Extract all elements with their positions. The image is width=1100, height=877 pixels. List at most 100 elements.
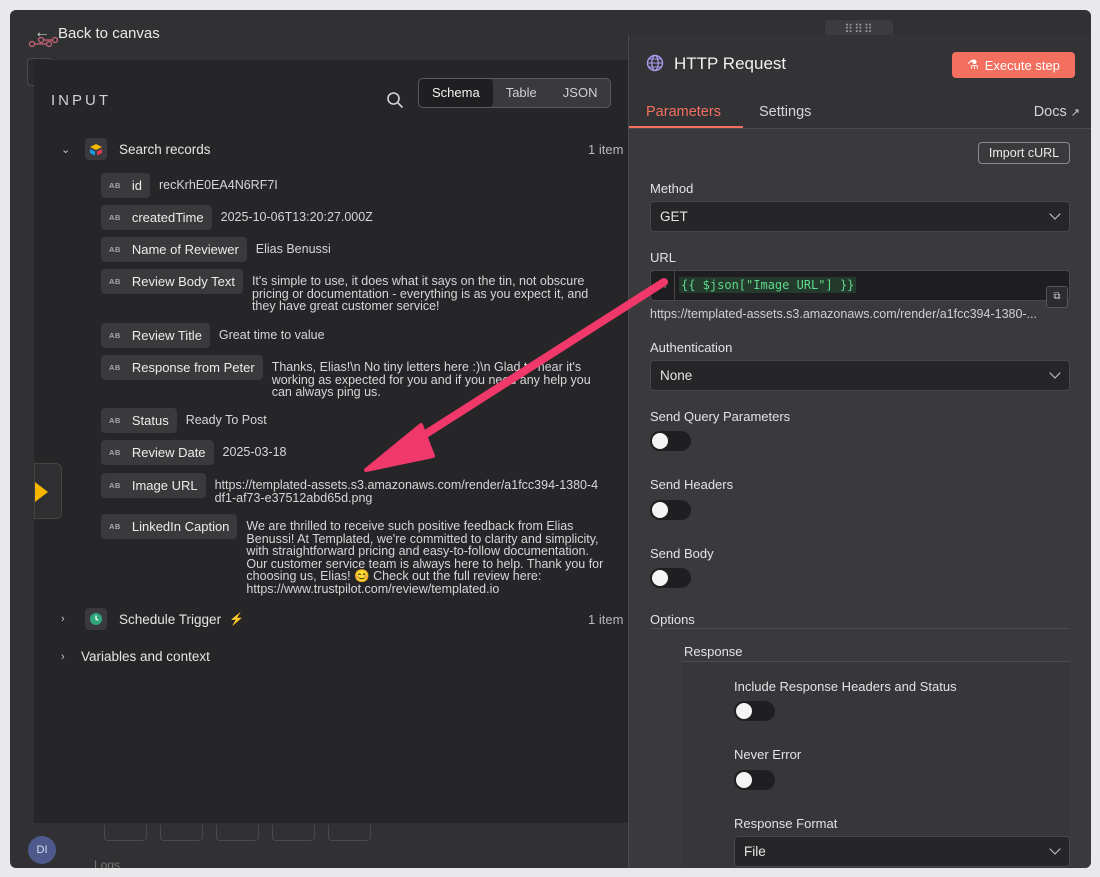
field-linkedin-caption[interactable]: AB LinkedIn Caption We are thrilled to re…: [101, 514, 606, 595]
field-created-time[interactable]: AB createdTime 2025-10-06T13:20:27.000Z: [101, 205, 551, 230]
docs-link[interactable]: Docs ↗: [1034, 104, 1080, 120]
response-format-label: Response Format: [734, 816, 838, 831]
app-frame: ← Back to canvas ⠿⠿⠿ INPUT Schema Table …: [10, 10, 1091, 868]
field-key: Response from Peter: [131, 360, 255, 375]
send-body-toggle[interactable]: [650, 568, 691, 588]
response-label: Response: [684, 644, 743, 659]
authentication-value: None: [660, 368, 693, 383]
field-key: Review Title: [131, 328, 202, 343]
url-expression-input[interactable]: fx {{ $json["Image URL"] }} ⧉: [650, 270, 1070, 308]
field-status[interactable]: AB Status Ready To Post: [101, 408, 516, 433]
canvas-tool[interactable]: [104, 825, 147, 841]
search-records-label: Search records: [119, 141, 211, 157]
field-key-pill: AB Response from Peter: [101, 355, 263, 380]
schedule-trigger-count: 1 item: [588, 612, 624, 627]
field-value: It's simple to use, it does what it says…: [251, 274, 589, 313]
tab-settings[interactable]: Settings: [759, 104, 811, 120]
field-response-from-peter[interactable]: AB Response from Peter Thanks, Elias!\n N…: [101, 355, 612, 399]
field-key-pill: AB Image URL: [101, 473, 206, 498]
string-type-icon: AB: [109, 522, 121, 531]
method-value: GET: [660, 209, 688, 224]
airtable-icon: [85, 138, 107, 160]
response-format-value: File: [744, 844, 766, 859]
execute-step-label: Execute step: [984, 57, 1060, 73]
input-heading: INPUT: [51, 92, 111, 109]
send-query-toggle[interactable]: [650, 431, 691, 451]
field-value: 2025-03-18: [222, 445, 287, 459]
field-value: Ready To Post: [185, 413, 267, 427]
string-type-icon: AB: [109, 213, 121, 222]
field-review-body-text[interactable]: AB Review Body Text It's simple to use, i…: [101, 269, 612, 313]
node-settings-panel: HTTP Request ⚗ Execute step Parameters S…: [628, 35, 1091, 868]
field-id[interactable]: AB id recKrhE0EA4N6RF7I: [101, 173, 519, 198]
field-key-pill: AB LinkedIn Caption: [101, 514, 238, 539]
search-records-count: 1 item: [588, 142, 624, 157]
field-image-url[interactable]: AB Image URL https://templated-assets.s3.…: [101, 473, 600, 504]
globe-icon: [646, 54, 664, 72]
schedule-trigger-row[interactable]: › Schedule Trigger ⚡: [61, 608, 244, 630]
field-key: Name of Reviewer: [131, 242, 239, 257]
field-key-pill: AB Status: [101, 408, 177, 433]
variables-label: Variables and context: [81, 649, 210, 664]
search-records-row[interactable]: ⌄ Search records: [61, 138, 211, 160]
field-key: createdTime: [131, 210, 204, 225]
canvas-tool[interactable]: [216, 825, 259, 841]
variables-context-row[interactable]: › Variables and context: [61, 649, 210, 664]
tab-parameters[interactable]: Parameters: [646, 104, 721, 120]
avatar[interactable]: DI: [28, 836, 56, 864]
string-type-icon: AB: [109, 363, 121, 372]
active-tab-indicator: [629, 126, 743, 128]
include-headers-label: Include Response Headers and Status: [734, 679, 957, 694]
chevron-right-icon: ›: [61, 650, 65, 663]
airtable-icon: [35, 482, 48, 502]
import-curl-button[interactable]: Import cURL: [978, 142, 1070, 164]
url-resolved-preview: https://templated-assets.s3.amazonaws.co…: [650, 307, 1037, 321]
search-icon[interactable]: [386, 91, 404, 109]
schedule-trigger-label: Schedule Trigger: [119, 611, 222, 627]
send-body-label: Send Body: [650, 546, 714, 561]
field-value: https://templated-assets.s3.amazonaws.co…: [214, 478, 599, 505]
canvas-tool[interactable]: [160, 825, 203, 841]
field-key: Status: [131, 413, 169, 428]
back-to-canvas-button[interactable]: ← Back to canvas: [34, 24, 160, 42]
node-title: HTTP Request: [674, 54, 787, 73]
input-panel: INPUT Schema Table JSON ⌄ Search records…: [34, 60, 630, 823]
back-label: Back to canvas: [58, 24, 160, 42]
chevron-right-icon: ›: [61, 613, 65, 625]
string-type-icon: AB: [109, 277, 121, 286]
view-tab-table[interactable]: Table: [493, 79, 550, 107]
field-value: Elias Benussi: [255, 242, 331, 256]
canvas-tool[interactable]: [272, 825, 315, 841]
execute-step-button[interactable]: ⚗ Execute step: [952, 52, 1075, 78]
field-value: 2025-10-06T13:20:27.000Z: [220, 210, 373, 224]
field-key-pill: AB Review Title: [101, 323, 210, 348]
expand-editor-icon[interactable]: ⧉: [1046, 286, 1068, 308]
options-label: Options: [650, 612, 695, 627]
response-format-select[interactable]: File: [734, 836, 1070, 867]
field-review-date[interactable]: AB Review Date 2025-03-18: [101, 440, 553, 465]
string-type-icon: AB: [109, 181, 121, 190]
send-headers-label: Send Headers: [650, 477, 734, 492]
lightning-icon: ⚡: [229, 612, 245, 626]
include-headers-toggle[interactable]: [734, 701, 775, 721]
field-name-of-reviewer[interactable]: AB Name of Reviewer Elias Benussi: [101, 237, 556, 262]
canvas-tool[interactable]: [328, 825, 371, 841]
authentication-select[interactable]: None: [650, 360, 1070, 391]
never-error-toggle[interactable]: [734, 770, 775, 790]
arrow-left-icon: ←: [34, 24, 50, 41]
chevron-down-icon: [1049, 367, 1061, 379]
chevron-down-icon: [1049, 208, 1061, 220]
view-tab-json[interactable]: JSON: [550, 79, 611, 107]
field-review-title[interactable]: AB Review Title Great time to value: [101, 323, 579, 348]
field-value: Great time to value: [218, 328, 325, 342]
field-key: LinkedIn Caption: [131, 519, 230, 534]
logs-label[interactable]: Logs: [94, 858, 120, 868]
string-type-icon: AB: [109, 245, 121, 254]
send-headers-toggle[interactable]: [650, 500, 691, 520]
string-type-icon: AB: [109, 481, 121, 490]
method-select[interactable]: GET: [650, 201, 1070, 232]
chevron-down-icon: [1049, 843, 1061, 855]
field-value: We are thrilled to receive such positive…: [246, 519, 604, 596]
airtable-node-handle[interactable]: [34, 463, 62, 519]
view-tab-schema[interactable]: Schema: [419, 79, 493, 107]
